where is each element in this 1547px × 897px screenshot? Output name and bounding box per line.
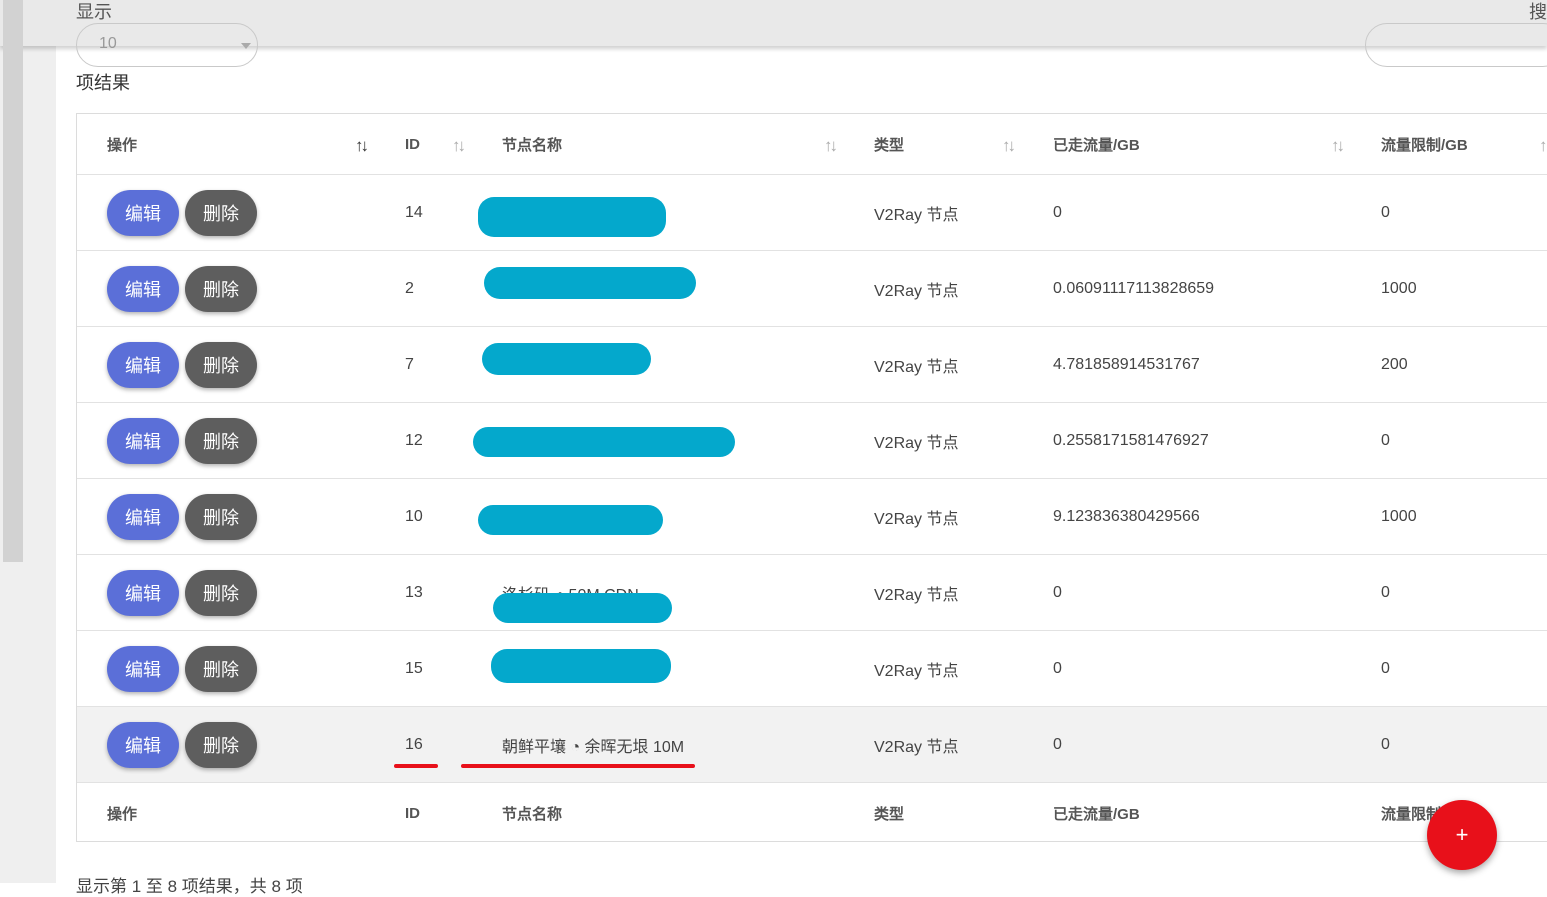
- row-traffic-limit: 0: [1381, 735, 1390, 753]
- table-row: 编辑 删除 7 V2Ray 节点 4.781858914531767 200: [77, 327, 1547, 403]
- row-id: 2: [405, 279, 414, 297]
- search-label: 搜: [1529, 2, 1547, 22]
- delete-button[interactable]: 删除: [185, 342, 257, 388]
- plus-icon: +: [1455, 822, 1469, 847]
- delete-button[interactable]: 删除: [185, 266, 257, 312]
- add-node-button[interactable]: +: [1427, 800, 1497, 870]
- row-traffic-limit: 0: [1381, 583, 1390, 601]
- row-traffic-used: 4.781858914531767: [1053, 355, 1200, 373]
- row-traffic-used: 0.2558171581476927: [1053, 431, 1209, 449]
- row-traffic-limit: 1000: [1381, 507, 1417, 525]
- row-traffic-used: 0: [1053, 583, 1062, 601]
- edit-button[interactable]: 编辑: [107, 722, 179, 768]
- row-id: 7: [405, 355, 414, 373]
- result-suffix: 项结果: [76, 73, 130, 93]
- row-type: V2Ray 节点: [874, 206, 959, 224]
- row-type: V2Ray 节点: [874, 282, 959, 300]
- sort-icon[interactable]: ↑↓: [355, 136, 369, 156]
- redaction-mark: [493, 593, 672, 623]
- edit-button[interactable]: 编辑: [107, 418, 179, 464]
- edit-button[interactable]: 编辑: [107, 494, 179, 540]
- row-id: 15: [405, 659, 423, 677]
- show-label: 显示: [76, 2, 112, 22]
- sort-icon[interactable]: ↑: [1539, 136, 1547, 156]
- sort-icon[interactable]: ↑↓: [824, 136, 838, 156]
- redaction-mark: [491, 649, 671, 683]
- delete-button[interactable]: 删除: [185, 190, 257, 236]
- row-type: V2Ray 节点: [874, 662, 959, 680]
- delete-button[interactable]: 删除: [185, 418, 257, 464]
- row-traffic-used: 0.06091117113828659: [1053, 279, 1215, 297]
- scrollbar[interactable]: [3, 0, 23, 562]
- footer-node-name: 节点名称: [502, 805, 563, 823]
- row-traffic-limit: 0: [1381, 203, 1390, 221]
- row-node-name: 朝鲜平壤 ◔ 余晖无垠 10M: [502, 738, 685, 756]
- sort-icon[interactable]: ↑↓: [1331, 136, 1345, 156]
- table-row: 编辑 删除 16 朝鲜平壤 ◔ 余晖无垠 10M V2Ray 节点 0 0: [77, 707, 1547, 783]
- row-id: 13: [405, 583, 423, 601]
- sort-icon[interactable]: ↑↓: [452, 136, 466, 156]
- redaction-mark: [484, 267, 696, 299]
- header-node-name[interactable]: 节点名称: [502, 114, 562, 174]
- search-input[interactable]: [1365, 23, 1547, 67]
- row-id: 10: [405, 507, 423, 525]
- row-type: V2Ray 节点: [874, 738, 959, 756]
- redaction-mark: [478, 505, 663, 535]
- row-type: V2Ray 节点: [874, 510, 959, 528]
- header-actions[interactable]: 操作: [107, 114, 137, 174]
- delete-button[interactable]: 删除: [185, 570, 257, 616]
- edit-button[interactable]: 编辑: [107, 646, 179, 692]
- row-type: V2Ray 节点: [874, 434, 959, 452]
- footer-id: ID: [405, 804, 420, 822]
- table-header: 操作 ↑↓ ID ↑↓ 节点名称 ↑↓ 类型 ↑↓ 已走流量/GB ↑↓ 流量限…: [77, 114, 1547, 175]
- header-traffic-used[interactable]: 已走流量/GB: [1053, 114, 1140, 174]
- delete-button[interactable]: 删除: [185, 722, 257, 768]
- edit-button[interactable]: 编辑: [107, 570, 179, 616]
- table-footer: 操作 ID 节点名称 类型 已走流量/GB 流量限制: [77, 782, 1547, 843]
- page-length-select[interactable]: 10: [76, 23, 258, 67]
- table-row: 编辑 删除 14 V2Ray 节点 0 0: [77, 175, 1547, 251]
- row-traffic-limit: 0: [1381, 659, 1390, 677]
- table-row: 编辑 删除 15 V2Ray 节点 0 0: [77, 631, 1547, 707]
- row-type: V2Ray 节点: [874, 358, 959, 376]
- red-underline: [461, 764, 695, 768]
- row-traffic-limit: 200: [1381, 355, 1408, 373]
- footer-actions: 操作: [107, 805, 138, 823]
- header-traffic-limit[interactable]: 流量限制/GB: [1381, 114, 1468, 174]
- footer-traffic-used: 已走流量/GB: [1053, 805, 1140, 823]
- redaction-mark: [473, 427, 735, 457]
- row-traffic-used: 9.123836380429566: [1053, 507, 1200, 525]
- table-row: 编辑 删除 12 V2Ray 节点 0.2558171581476927 0: [77, 403, 1547, 479]
- row-traffic-used: 0: [1053, 735, 1062, 753]
- chevron-down-icon: [241, 43, 251, 49]
- delete-button[interactable]: 删除: [185, 646, 257, 692]
- table-row: 编辑 删除 2 V2Ray 节点 0.06091117113828659 100…: [77, 251, 1547, 327]
- page-length-value: 10: [99, 35, 117, 52]
- edit-button[interactable]: 编辑: [107, 342, 179, 388]
- row-id: 12: [405, 431, 423, 449]
- header-id[interactable]: ID: [405, 114, 420, 174]
- table-row: 编辑 删除 10 V2Ray 节点 9.123836380429566 1000: [77, 479, 1547, 555]
- row-traffic-used: 0: [1053, 659, 1062, 677]
- delete-button[interactable]: 删除: [185, 494, 257, 540]
- red-underline: [394, 764, 438, 768]
- redaction-mark: [482, 343, 651, 375]
- nodes-table: 操作 ↑↓ ID ↑↓ 节点名称 ↑↓ 类型 ↑↓ 已走流量/GB ↑↓ 流量限…: [76, 113, 1547, 842]
- table-row: 编辑 删除 13 洛杉矶 ◔ 50M CDN V2Ray 节点 0 0: [77, 555, 1547, 631]
- row-traffic-limit: 1000: [1381, 279, 1417, 297]
- row-traffic-used: 0: [1053, 203, 1062, 221]
- row-id: 16: [405, 735, 423, 753]
- edit-button[interactable]: 编辑: [107, 266, 179, 312]
- sort-icon[interactable]: ↑↓: [1002, 136, 1016, 156]
- row-traffic-limit: 0: [1381, 431, 1390, 449]
- row-type: V2Ray 节点: [874, 586, 959, 604]
- redaction-mark: [478, 197, 666, 237]
- table-info: 显示第 1 至 8 项结果，共 8 项: [76, 877, 303, 896]
- edit-button[interactable]: 编辑: [107, 190, 179, 236]
- header-type[interactable]: 类型: [874, 114, 904, 174]
- row-id: 14: [405, 203, 423, 221]
- footer-type: 类型: [874, 805, 905, 823]
